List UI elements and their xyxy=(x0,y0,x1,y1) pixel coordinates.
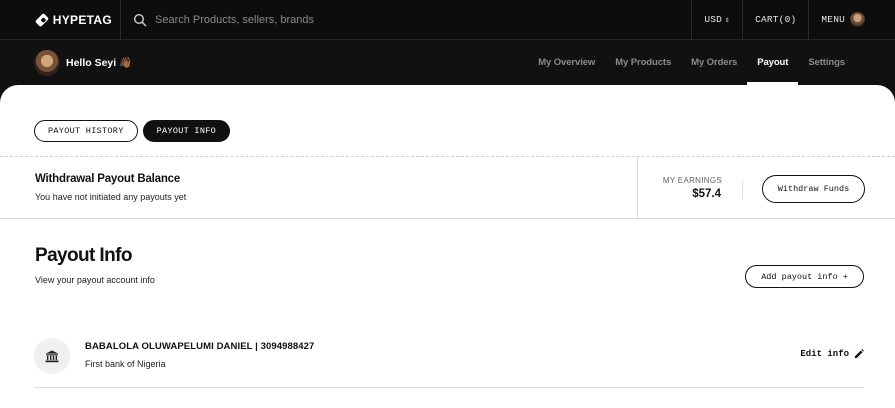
top-bar: HYPETAG USD ⇕ CART(0) MENU xyxy=(0,0,895,40)
bank-icon xyxy=(34,338,70,374)
earnings-value: $57.4 xyxy=(692,188,721,200)
account-nav-bar: Hello Seyi 👋🏾 My Overview My Products My… xyxy=(0,40,895,85)
payout-balance-section: Withdrawal Payout Balance You have not i… xyxy=(0,156,895,219)
edit-info-button[interactable]: Edit info xyxy=(800,349,864,359)
diamond-logo-icon xyxy=(34,12,49,27)
pencil-icon xyxy=(854,349,864,359)
cart-label: CART(0) xyxy=(755,14,797,25)
withdraw-funds-button[interactable]: Withdraw Funds xyxy=(762,175,865,203)
earnings-panel: MY EARNINGS $57.4 Withdraw Funds xyxy=(637,157,895,219)
nav-my-overview[interactable]: My Overview xyxy=(528,40,605,85)
currency-label: USD xyxy=(704,14,723,25)
add-payout-info-button[interactable]: Add payout info + xyxy=(745,265,864,288)
page-title: Payout Info xyxy=(35,245,132,266)
balance-subtitle: You have not initiated any payouts yet xyxy=(35,192,187,202)
payout-tabs: PAYOUT HISTORY PAYOUT INFO xyxy=(34,120,231,142)
tab-payout-history[interactable]: PAYOUT HISTORY xyxy=(34,120,138,142)
page-subtitle: View your payout account info xyxy=(35,275,155,285)
balance-title: Withdrawal Payout Balance xyxy=(35,173,181,185)
menu-button[interactable]: MENU xyxy=(809,0,895,40)
nav-settings[interactable]: Settings xyxy=(798,40,855,85)
search-icon xyxy=(133,13,147,26)
payout-account-row: BABALOLA OLUWAPELUMI DANIEL | 3094988427… xyxy=(34,335,864,388)
account-nav: My Overview My Products My Orders Payout… xyxy=(528,40,855,85)
nav-my-orders[interactable]: My Orders xyxy=(681,40,747,85)
earnings-label: MY EARNINGS xyxy=(662,176,722,185)
main-content: PAYOUT HISTORY PAYOUT INFO Withdrawal Pa… xyxy=(0,85,895,408)
cart-button[interactable]: CART(0) xyxy=(743,0,808,40)
menu-label: MENU xyxy=(821,14,845,25)
chevron-updown-icon: ⇕ xyxy=(725,15,731,25)
top-actions: USD ⇕ CART(0) MENU xyxy=(691,0,895,40)
greeting: Hello Seyi 👋🏾 xyxy=(34,49,133,76)
bank-icon-glyph xyxy=(45,350,59,362)
search-bar xyxy=(133,0,691,40)
divider xyxy=(120,0,121,40)
user-avatar-small xyxy=(850,12,865,27)
brand-logo[interactable]: HYPETAG xyxy=(34,12,112,27)
search-input[interactable] xyxy=(155,13,455,26)
brand-name: HYPETAG xyxy=(52,12,112,27)
nav-payout[interactable]: Payout xyxy=(747,40,799,85)
greeting-text: Hello Seyi 👋🏾 xyxy=(66,57,133,69)
account-name-number: BABALOLA OLUWAPELUMI DANIEL | 3094988427 xyxy=(85,341,315,352)
divider xyxy=(742,181,743,199)
tab-payout-info[interactable]: PAYOUT INFO xyxy=(142,120,231,142)
add-payout-info-label: Add payout info xyxy=(761,271,838,282)
avatar xyxy=(34,49,60,76)
currency-select[interactable]: USD ⇕ xyxy=(692,0,742,40)
edit-info-label: Edit info xyxy=(800,349,849,359)
plus-icon: + xyxy=(842,271,848,282)
account-bank: First bank of Nigeria xyxy=(85,359,166,369)
nav-my-products[interactable]: My Products xyxy=(605,40,681,85)
